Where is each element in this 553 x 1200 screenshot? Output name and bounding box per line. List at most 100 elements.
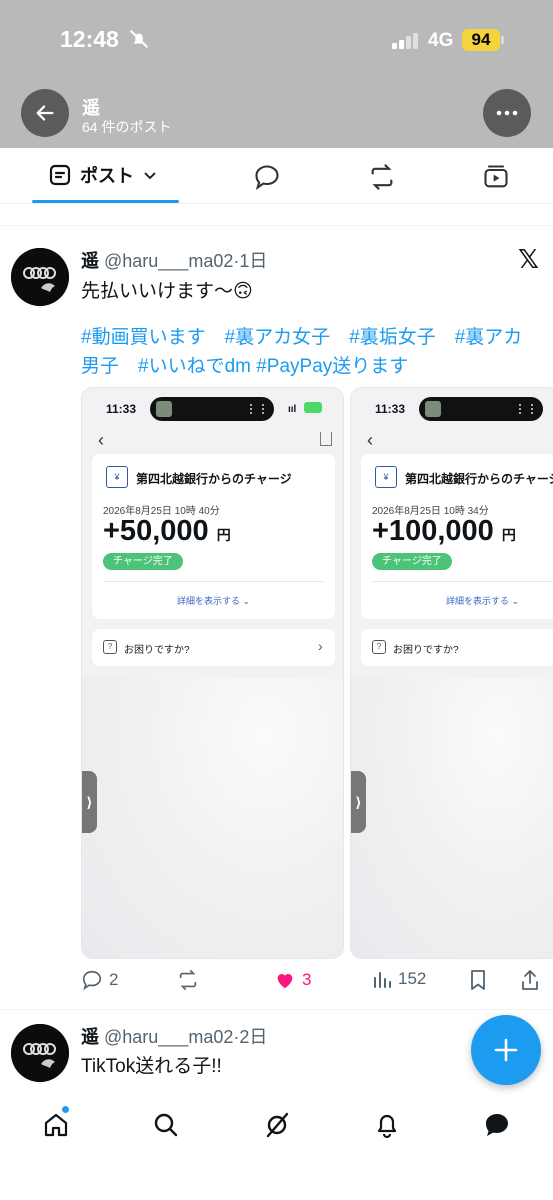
notifications-icon[interactable] (372, 1110, 402, 1140)
battery-indicator: 94 (462, 29, 500, 51)
tweet-actions: 2 3 152 (0, 965, 553, 999)
bookmark-button[interactable] (468, 969, 488, 991)
messages-icon[interactable] (482, 1110, 512, 1140)
views-count: 152 (398, 969, 427, 988)
help-icon: ? (372, 640, 386, 654)
repost-icon (179, 970, 197, 990)
tab-media-icon[interactable] (482, 163, 510, 191)
charge-source: 第四北越銀行からのチャージ (136, 472, 292, 486)
help-icon: ? (103, 640, 117, 654)
reply-count: 2 (109, 970, 119, 989)
x-logo-icon: 𝕏 (518, 245, 539, 275)
notification-dot (62, 1106, 69, 1113)
side-handle-icon: ⟩ (351, 771, 366, 833)
avatar[interactable] (11, 1024, 69, 1082)
help-text: お困りですか? (124, 645, 190, 656)
show-details-link: 詳細を表示する ⌄ (445, 596, 520, 606)
bank-icon: ¥ (375, 466, 397, 488)
dynamic-island (150, 397, 274, 421)
charge-amount: +100,000 円 (372, 515, 516, 547)
views-chart-icon (374, 972, 391, 988)
tweet-text: TikTok送れる子!! (81, 1056, 222, 1077)
avatar[interactable] (11, 248, 69, 306)
help-row: ? お困りですか? (361, 629, 553, 666)
tab-posts-label: ポスト (80, 166, 134, 186)
share-icon (522, 970, 538, 990)
divider (0, 1009, 553, 1010)
post-list-icon (49, 164, 71, 186)
bookmark-icon (471, 970, 485, 990)
charge-status-badge: チャージ完了 (103, 553, 183, 570)
bottom-nav (0, 1100, 553, 1200)
share-button[interactable] (520, 969, 540, 991)
tweet-text: 先払いいけます〜🙃 (81, 281, 253, 302)
profile-tabs: ポスト (0, 148, 553, 204)
tweet-age[interactable]: 1日 (239, 251, 267, 271)
tab-reposts-icon[interactable] (368, 163, 396, 191)
charge-card: ¥ 第四北越銀行からのチャージ 2026年8月25日 10時 34分 +100,… (361, 454, 553, 619)
tweet-age[interactable]: 2日 (239, 1027, 267, 1047)
profile-header: 12:48 4G 94 遥 64 件のポスト (0, 0, 553, 148)
post-count: 64 件のポスト (82, 119, 172, 135)
plus-icon (494, 1038, 518, 1062)
tweet-header: 遥 @haru___ma02·2日 (81, 1023, 267, 1049)
avatar-image (11, 248, 69, 306)
charge-source: 第四北越銀行からのチャージ (405, 472, 553, 486)
signal-icon (392, 33, 418, 49)
back-button[interactable] (21, 89, 69, 137)
side-handle-icon: ⟩ (82, 771, 97, 833)
tweet-hashtags[interactable]: #動画買います #裏アカ女子 #裏垢女子 #裏アカ男子 #いいねでdm #Pay… (81, 323, 541, 381)
media-share-icon (320, 432, 332, 446)
tweet-author-name[interactable]: 遥 (81, 251, 99, 271)
grok-icon[interactable] (262, 1110, 292, 1140)
reply-button[interactable]: 2 (81, 969, 118, 991)
active-tab-indicator (32, 200, 179, 203)
chevron-down-icon (144, 172, 156, 180)
divider (372, 581, 553, 582)
like-button[interactable]: 3 (274, 969, 311, 991)
media-status-time: 11:33 (375, 402, 406, 416)
tweet-media-image[interactable]: 11:33 ııl ‹ ¥ 第四北越銀行からのチャージ 2026年8月25日 1… (81, 387, 344, 959)
compose-button[interactable] (471, 1015, 541, 1085)
bank-icon: ¥ (106, 466, 128, 488)
tab-posts[interactable]: ポスト (48, 162, 158, 188)
search-icon[interactable] (151, 1110, 181, 1140)
tweet-media-image[interactable]: 11:33 ‹ ¥ 第四北越銀行からのチャージ 2026年8月25日 10時 3… (350, 387, 553, 959)
tweet-author-handle[interactable]: @haru___ma02 (104, 1027, 233, 1047)
charge-amount: +50,000 円 (103, 515, 231, 547)
bell-off-icon (130, 30, 148, 48)
help-text: お困りですか? (393, 645, 459, 656)
media-background (82, 678, 343, 958)
media-status-time: 11:33 (106, 402, 137, 416)
tweet-header: 遥 @haru___ma02·1日 (81, 247, 267, 273)
divider (0, 204, 553, 226)
more-dots-icon (496, 110, 518, 116)
show-details-link: 詳細を表示する ⌄ (176, 596, 251, 606)
dynamic-island (419, 397, 543, 421)
heart-filled-icon (277, 974, 293, 989)
network-type: 4G (428, 30, 454, 51)
media-battery-icon (304, 402, 322, 413)
charge-status-badge: チャージ完了 (372, 553, 452, 570)
views-button[interactable]: 152 (372, 969, 426, 989)
charge-card: ¥ 第四北越銀行からのチャージ 2026年8月25日 10時 40分 +50,0… (92, 454, 335, 619)
repost-button[interactable] (176, 969, 200, 991)
media-signal-icon: ııl (288, 404, 297, 415)
tab-replies-icon[interactable] (253, 163, 281, 191)
divider (103, 581, 324, 582)
arrow-left-icon (36, 105, 54, 121)
tweet-author-name[interactable]: 遥 (81, 1027, 99, 1047)
media-back-icon: ‹ (98, 430, 104, 450)
help-row: ? お困りですか? › (92, 629, 335, 666)
battery-tip (501, 36, 504, 44)
status-time: 12:48 (60, 26, 119, 52)
tweet-author-handle[interactable]: @haru___ma02 (104, 251, 233, 271)
reply-icon (82, 970, 102, 991)
like-count: 3 (302, 970, 312, 989)
media-back-icon: ‹ (367, 430, 373, 450)
avatar-image (11, 1024, 69, 1082)
media-background (351, 678, 553, 958)
home-icon[interactable] (41, 1110, 71, 1140)
chevron-right-icon: › (318, 638, 323, 654)
more-button[interactable] (483, 89, 531, 137)
